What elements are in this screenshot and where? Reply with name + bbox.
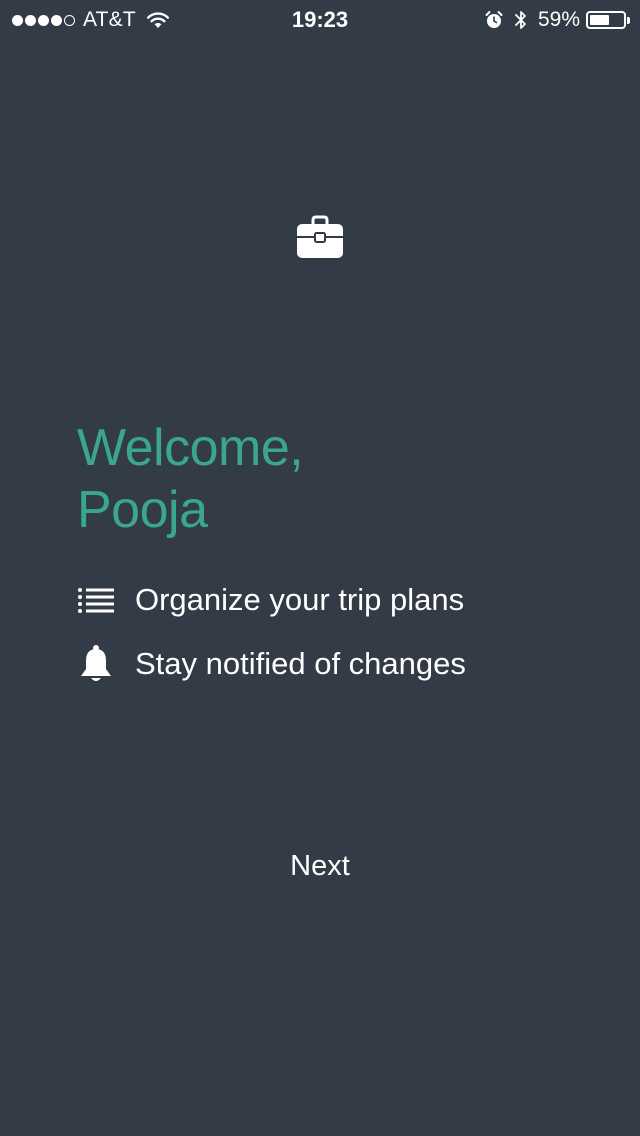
battery-tip <box>627 16 630 24</box>
feature-item-organize: Organize your trip plans <box>77 580 464 620</box>
welcome-user-name: Pooja <box>77 480 208 539</box>
alarm-icon <box>485 11 503 28</box>
feature-text: Organize your trip plans <box>135 582 465 617</box>
bell-icon <box>77 645 115 683</box>
status-bar: AT&T 19:23 59% <box>0 0 640 40</box>
battery-icon <box>586 11 626 29</box>
list-icon <box>77 581 115 619</box>
welcome-greeting: Welcome, <box>77 418 304 477</box>
feature-text: Stay notified of changes <box>135 646 466 681</box>
status-bar-right: 59% <box>484 6 630 34</box>
feature-item-notify: Stay notified of changes <box>77 644 466 684</box>
next-button[interactable]: Next <box>220 840 420 892</box>
welcome-title: Welcome, Pooja <box>77 417 557 541</box>
briefcase-icon <box>297 215 343 258</box>
bluetooth-icon <box>515 11 526 29</box>
battery-percent: 59% <box>537 8 580 31</box>
battery-level-fill <box>590 15 609 25</box>
